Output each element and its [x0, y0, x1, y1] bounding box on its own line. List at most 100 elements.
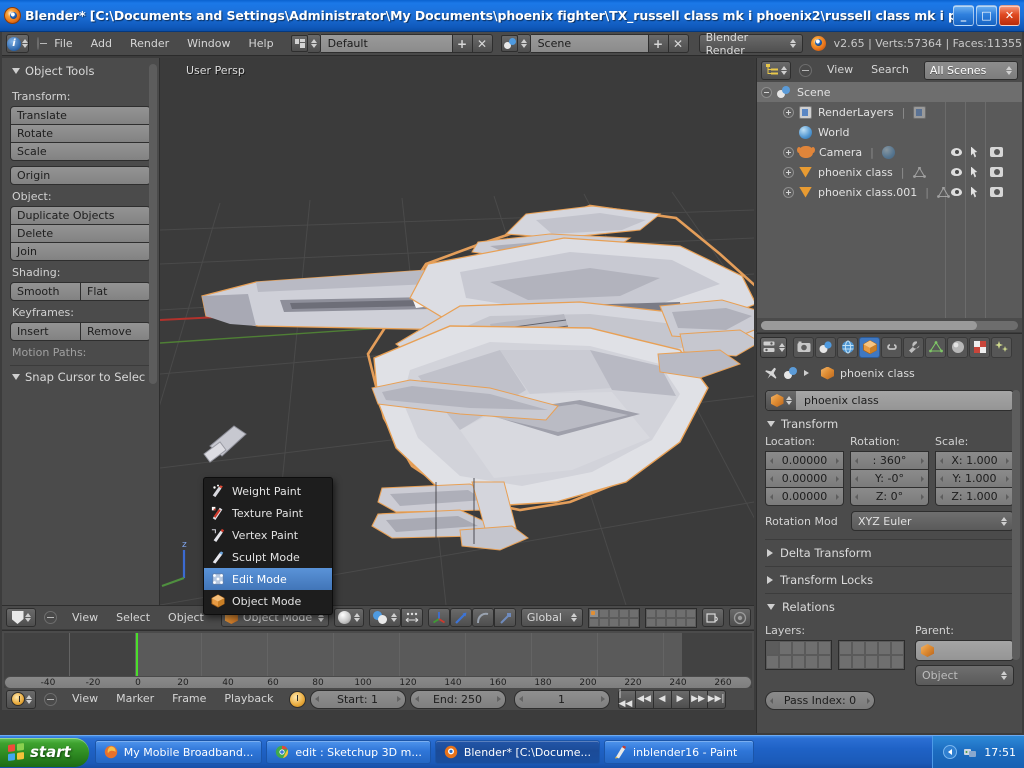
expand-collapse-icon[interactable] [783, 167, 794, 178]
menu-add[interactable]: Add [82, 32, 121, 56]
menu-render[interactable]: Render [121, 32, 178, 56]
tab-scene[interactable] [815, 337, 836, 358]
editor-type-selector-3dview[interactable] [6, 608, 36, 627]
tab-object[interactable] [859, 337, 880, 358]
object-name-field[interactable]: phoenix class [765, 390, 1014, 411]
rotate-button[interactable]: Rotate [10, 124, 151, 143]
rotate-manipulator-button[interactable] [472, 608, 494, 627]
minimize-button[interactable]: _ [953, 5, 974, 26]
tab-world[interactable] [837, 337, 858, 358]
timeline-menu-view[interactable]: View [63, 687, 107, 711]
parent-object-field[interactable] [915, 640, 1014, 661]
increment-arrow-icon[interactable] [397, 696, 401, 702]
outliner-row-camera[interactable]: Camera | [757, 142, 1022, 162]
translate-button[interactable]: Translate [10, 106, 151, 125]
viewport-menu-select[interactable]: Select [107, 606, 159, 630]
duplicate-objects-button[interactable]: Duplicate Objects [10, 206, 151, 225]
delete-screen-layout-button[interactable]: ✕ [473, 34, 493, 53]
viewport-menu-view[interactable]: View [63, 606, 107, 630]
collapse-menu-icon[interactable] [799, 64, 812, 77]
restrict-view-icon[interactable] [951, 148, 962, 156]
expand-collapse-icon[interactable] [783, 187, 794, 198]
properties-scrollbar[interactable] [1012, 390, 1020, 660]
outliner-display-mode-dropdown[interactable]: All Scenes [924, 61, 1018, 80]
lock-camera-to-view-button[interactable] [702, 608, 724, 627]
menu-help[interactable]: Help [240, 32, 283, 56]
menu-item-weight-paint[interactable]: Weight Paint [204, 480, 332, 502]
play-button[interactable]: ▶ [672, 690, 690, 709]
add-scene-button[interactable]: + [649, 34, 669, 53]
location-z-field[interactable]: 0.00000 [765, 487, 844, 506]
menu-item-texture-paint[interactable]: Texture Paint [204, 502, 332, 524]
scene-layers-widget[interactable] [588, 608, 697, 628]
restrict-render-icon[interactable] [990, 187, 1003, 197]
expand-collapse-icon[interactable] [783, 107, 794, 118]
tab-material[interactable] [947, 337, 968, 358]
scene-stepper[interactable] [518, 34, 531, 53]
rotation-x-field[interactable]: : 360° [850, 451, 929, 470]
taskbar-item-firefox[interactable]: My Mobile Broadband... [95, 740, 263, 764]
join-button[interactable]: Join [10, 242, 151, 261]
rotation-z-field[interactable]: Z: 0° [850, 487, 929, 506]
current-frame-field[interactable]: 1 [514, 690, 610, 709]
expand-collapse-icon[interactable] [783, 147, 794, 158]
start-frame-field[interactable]: Start: 1 [310, 690, 406, 709]
outliner-row-renderlayers[interactable]: RenderLayers | [757, 102, 1022, 122]
previous-keyframe-button[interactable]: ◀◀ [636, 690, 654, 709]
editor-type-selector-properties[interactable] [760, 337, 787, 358]
increment-arrow-icon[interactable] [497, 696, 501, 702]
restrict-select-icon[interactable] [971, 187, 979, 198]
outliner-row-scene[interactable]: Scene [757, 82, 1022, 102]
delta-transform-panel-header[interactable]: Delta Transform [765, 539, 1014, 566]
restrict-select-icon[interactable] [971, 167, 979, 178]
auto-keyframe-icon[interactable] [289, 691, 306, 708]
location-y-field[interactable]: 0.00000 [765, 469, 844, 488]
restrict-view-icon[interactable] [951, 168, 962, 176]
flat-button[interactable]: Flat [81, 282, 151, 301]
menu-item-edit-mode[interactable]: Edit Mode [204, 568, 332, 590]
snap-panel-header[interactable]: Snap Cursor to Selec [2, 366, 159, 390]
pass-index-field[interactable]: Pass Index: 0 [765, 691, 875, 710]
timeline-menu-frame[interactable]: Frame [163, 687, 215, 711]
delete-button[interactable]: Delete [10, 224, 151, 243]
expand-collapse-icon[interactable] [761, 87, 772, 98]
tab-texture[interactable] [969, 337, 990, 358]
scale-x-field[interactable]: X: 1.000 [935, 451, 1014, 470]
end-frame-field[interactable]: End: 250 [410, 690, 506, 709]
outliner-horizontal-scrollbar[interactable] [761, 321, 1018, 330]
menu-file[interactable]: File [45, 32, 81, 56]
transform-manipulator-toggle[interactable] [428, 608, 450, 627]
delete-scene-button[interactable]: ✕ [669, 34, 689, 53]
network-icon[interactable] [963, 745, 978, 760]
editor-type-selector-info[interactable]: i [6, 34, 29, 53]
rotation-y-field[interactable]: Y: -0° [850, 469, 929, 488]
increment-arrow-icon[interactable] [601, 696, 605, 702]
taskbar-item-paint[interactable]: inblender16 - Paint [604, 740, 754, 764]
outliner-tree[interactable]: Scene RenderLayers | World [757, 82, 1022, 318]
scale-y-field[interactable]: Y: 1.000 [935, 469, 1014, 488]
location-x-field[interactable]: 0.00000 [765, 451, 844, 470]
jump-to-end-button[interactable]: ▶▶| [708, 690, 726, 709]
next-keyframe-button[interactable]: ▶▶ [690, 690, 708, 709]
transform-locks-panel-header[interactable]: Transform Locks [765, 566, 1014, 593]
clock-label[interactable]: 17:51 [984, 746, 1016, 759]
layers-group-bottom[interactable] [645, 608, 697, 628]
object-datablock-selector[interactable] [766, 391, 796, 410]
jump-to-start-button[interactable]: |◀◀ [618, 690, 636, 709]
start-button[interactable]: start [0, 738, 89, 767]
render-engine-selector[interactable]: Blender Render [699, 34, 803, 53]
collapse-menu-icon[interactable] [37, 37, 39, 50]
screen-layout-name[interactable]: Default [321, 34, 453, 53]
tab-particles[interactable] [991, 337, 1012, 358]
outliner-row-phoenix-class-001[interactable]: phoenix class.001 | [757, 182, 1022, 202]
tab-render[interactable] [793, 337, 814, 358]
timeline-menu-marker[interactable]: Marker [107, 687, 163, 711]
layers-group-top[interactable] [588, 608, 640, 628]
editor-type-selector-outliner[interactable] [761, 61, 791, 80]
menu-item-object-mode[interactable]: Object Mode [204, 590, 332, 612]
collapse-menu-icon[interactable] [44, 693, 57, 706]
relations-panel-header[interactable]: Relations [765, 593, 1014, 620]
restrict-view-icon[interactable] [951, 188, 962, 196]
outliner-row-phoenix-class[interactable]: phoenix class | [757, 162, 1022, 182]
menu-item-vertex-paint[interactable]: Vertex Paint [204, 524, 332, 546]
